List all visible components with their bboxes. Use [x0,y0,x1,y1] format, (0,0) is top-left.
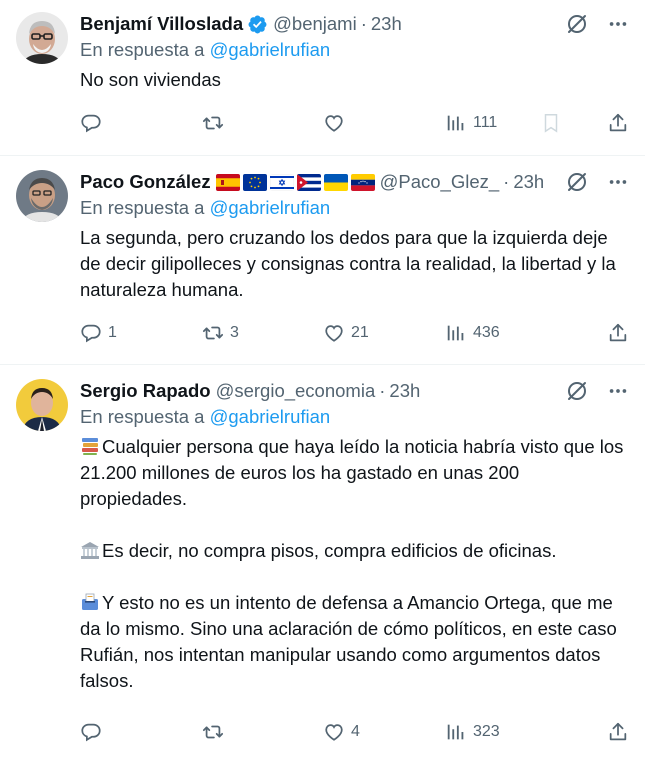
reply-button[interactable] [80,721,108,743]
ballot-box-emoji [80,592,100,612]
share-button[interactable] [607,112,629,134]
tweet[interactable]: Paco González @Paco_Glez_ · 23h En respu… [0,156,645,365]
grok-icon[interactable] [565,170,589,194]
views-button[interactable]: 436 [445,322,500,344]
retweet-button[interactable] [202,112,230,134]
tweet-text: Cualquier persona que haya leído la noti… [80,434,629,694]
eu-flag [242,173,267,191]
retweet-button[interactable]: 3 [202,322,239,344]
author-name[interactable]: Sergio Rapado [80,380,211,402]
venezuela-flag [350,173,375,191]
mention-link[interactable]: @gabrielrufian [210,406,331,427]
more-options-icon[interactable] [607,13,629,35]
reply-prefix: En respuesta a [80,39,205,60]
share-icon [607,112,629,134]
heart-icon [323,721,345,743]
views-button[interactable]: 323 [445,721,500,743]
tweet-paragraph: La segunda, pero cruzando los dedos para… [80,227,616,300]
retweet-count: 3 [230,324,239,341]
separator: · [379,380,386,401]
reply-icon [80,322,102,344]
reply-icon [80,112,102,134]
tweet-paragraph: No son viviendas [80,69,221,90]
reply-count: 1 [108,324,117,341]
author-handle[interactable]: @Paco_Glez_ [380,171,500,193]
like-button[interactable]: 4 [323,721,360,743]
views-count: 111 [473,114,498,131]
share-icon [607,721,629,743]
israel-flag [269,173,294,191]
share-button[interactable] [607,721,629,743]
author-handle[interactable]: @benjami [273,13,357,35]
author-name[interactable]: Benjamí Villoslada [80,13,243,35]
reply-button[interactable] [80,112,108,134]
retweet-icon [202,112,224,134]
bookmark-button[interactable] [540,112,562,134]
ukraine-flag [323,173,348,191]
reply-context: En respuesta a @gabrielrufian [80,406,629,428]
retweet-button[interactable] [202,721,230,743]
share-icon [607,322,629,344]
views-count: 436 [473,324,500,341]
tweet-text: No son viviendas [80,67,629,93]
mention-link[interactable]: @gabrielrufian [210,39,331,60]
spain-flag [215,173,240,191]
views-chart-icon [445,721,467,743]
like-count: 21 [351,324,369,341]
tweet[interactable]: Sergio Rapado @sergio_economia · 23h En … [0,365,645,759]
more-options-icon[interactable] [607,380,629,402]
timestamp[interactable]: 23h [513,171,544,193]
retweet-icon [202,721,224,743]
author-handle[interactable]: @sergio_economia [216,380,376,402]
heart-icon [323,112,345,134]
bookmark-icon [540,112,562,134]
reply-prefix: En respuesta a [80,197,205,218]
tweet-paragraph: Cualquier persona que haya leído la noti… [80,434,629,512]
separator: · [360,13,367,34]
avatar[interactable] [16,379,68,431]
paragraph-text: Cualquier persona que haya leído la noti… [80,436,624,509]
timestamp[interactable]: 23h [371,13,402,35]
views-chart-icon [445,112,467,134]
views-chart-icon [445,322,467,344]
classical-building-emoji [80,540,100,560]
timestamp[interactable]: 23h [389,380,420,402]
flag-emojis [215,173,375,191]
more-options-icon[interactable] [607,171,629,193]
tweet-paragraph: Es decir, no compra pisos, compra edific… [80,538,629,564]
reply-icon [80,721,102,743]
separator: · [503,171,510,192]
tweet-text: La segunda, pero cruzando los dedos para… [80,225,629,303]
mention-link[interactable]: @gabrielrufian [210,197,331,218]
views-count: 323 [473,723,500,740]
grok-icon[interactable] [565,12,589,36]
books-emoji [80,436,100,456]
avatar[interactable] [16,170,68,222]
reply-context: En respuesta a @gabrielrufian [80,197,629,219]
like-count: 4 [351,723,360,740]
reply-button[interactable]: 1 [80,322,117,344]
grok-icon[interactable] [565,379,589,403]
verified-badge-icon [247,14,268,35]
heart-icon [323,322,345,344]
avatar[interactable] [16,12,68,64]
views-button[interactable]: 111 [445,112,497,134]
reply-prefix: En respuesta a [80,406,205,427]
retweet-icon [202,322,224,344]
cuba-flag [296,173,321,191]
reply-context: En respuesta a @gabrielrufian [80,39,629,61]
paragraph-text: Es decir, no compra pisos, compra edific… [102,540,557,561]
share-button[interactable] [607,322,629,344]
tweet[interactable]: Benjamí Villoslada @benjami · 23h En res… [0,0,645,156]
author-name[interactable]: Paco González [80,171,211,193]
paragraph-text: Y esto no es un intento de defensa a Ama… [80,592,617,691]
tweet-paragraph: Y esto no es un intento de defensa a Ama… [80,590,629,694]
like-button[interactable] [323,112,351,134]
like-button[interactable]: 21 [323,322,369,344]
